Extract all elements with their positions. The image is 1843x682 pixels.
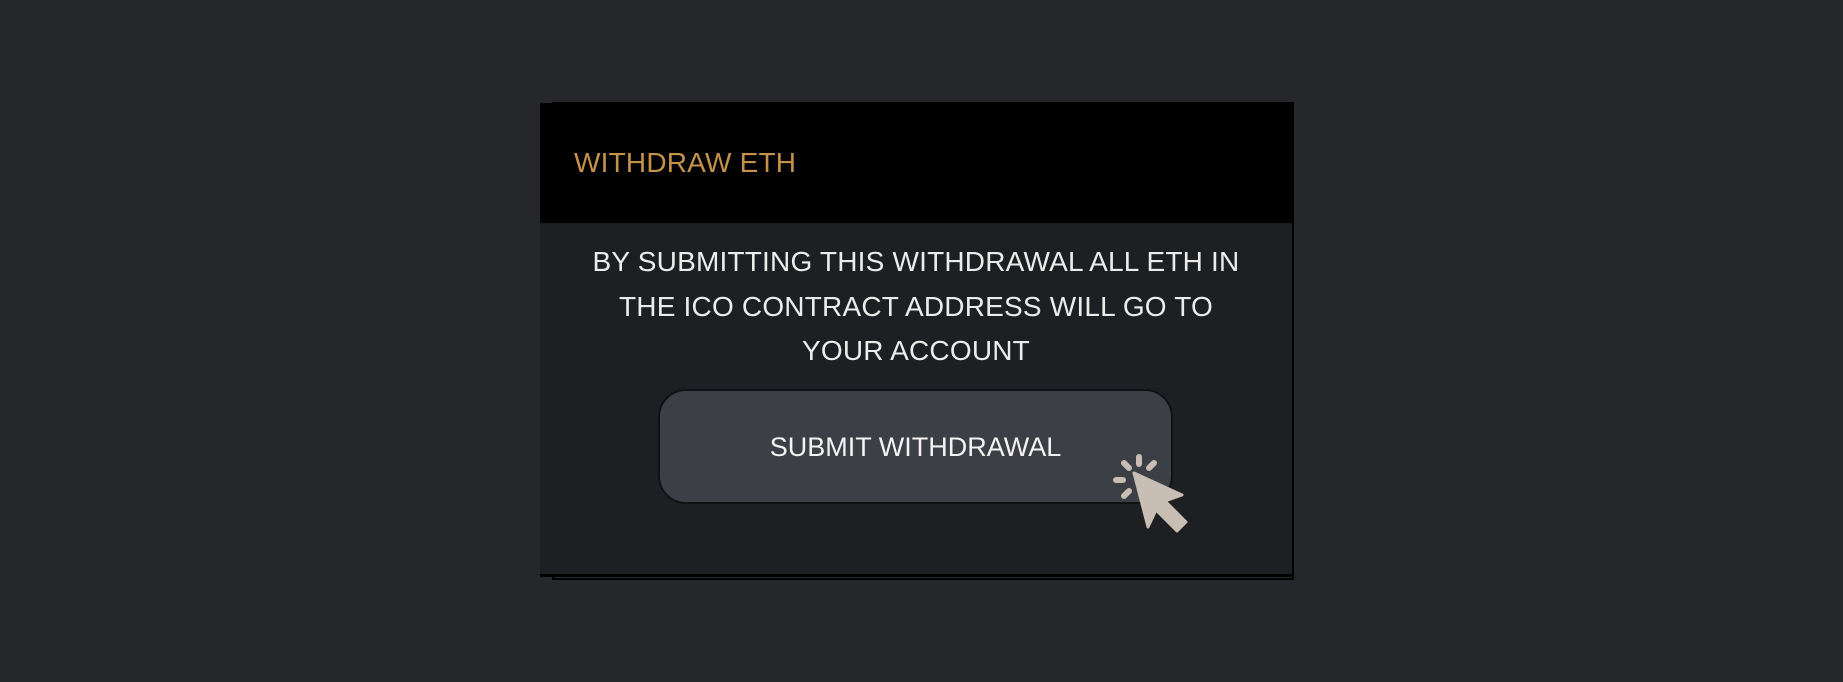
dialog-message: BY SUBMITTING THIS WITHDRAWAL ALL ETH IN…: [592, 246, 1240, 366]
click-cursor-icon: [1113, 454, 1188, 533]
dialog-header: WITHDRAW ETH: [540, 103, 1292, 223]
submit-withdrawal-button[interactable]: SUBMIT WITHDRAWAL: [658, 389, 1173, 504]
dialog-title: WITHDRAW ETH: [574, 147, 797, 178]
